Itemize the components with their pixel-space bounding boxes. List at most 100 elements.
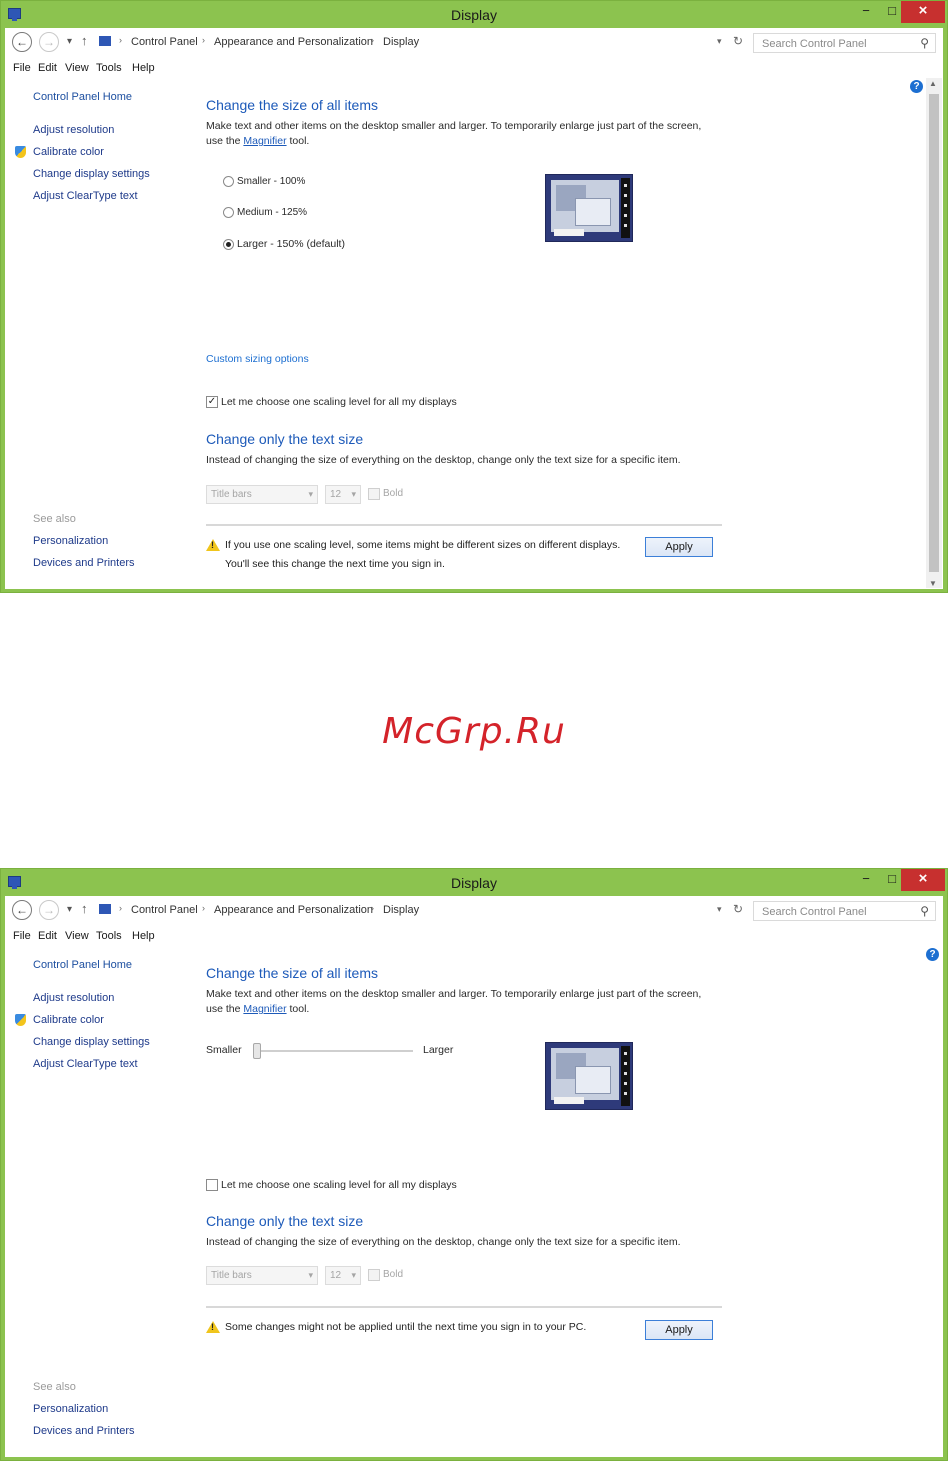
address-dropdown-icon[interactable]: ▾ bbox=[717, 904, 722, 915]
window-title: Display bbox=[451, 7, 497, 23]
breadcrumb-display[interactable]: Display bbox=[383, 36, 419, 48]
minimize-button[interactable]: − bbox=[853, 1, 879, 23]
breadcrumb-appearance[interactable]: Appearance and Personalization bbox=[214, 904, 373, 916]
sidebar-link-devices-printers[interactable]: Devices and Printers bbox=[33, 557, 135, 569]
radio-smaller-100[interactable] bbox=[223, 176, 234, 187]
minimize-button[interactable]: − bbox=[853, 869, 879, 891]
size-slider-thumb[interactable] bbox=[253, 1043, 261, 1059]
help-icon[interactable]: ? bbox=[910, 80, 923, 93]
custom-sizing-options-link[interactable]: Custom sizing options bbox=[206, 353, 309, 365]
font-size-select[interactable]: 12 ▾ bbox=[325, 485, 361, 504]
window-client: ← → ▾ ↑ › Control Panel › Appearance and… bbox=[5, 896, 943, 1457]
watermark-text: McGrp.Ru bbox=[382, 711, 566, 752]
sidebar-control-panel-home[interactable]: Control Panel Home bbox=[33, 91, 132, 103]
description-line-1: Make text and other items on the desktop… bbox=[206, 120, 702, 132]
search-icon[interactable]: ⚲ bbox=[920, 36, 929, 50]
breadcrumb-control-panel[interactable]: Control Panel bbox=[131, 36, 198, 48]
menu-file[interactable]: File bbox=[13, 62, 31, 74]
menu-view[interactable]: View bbox=[65, 62, 89, 74]
scaling-level-checkbox[interactable] bbox=[206, 1179, 218, 1191]
sidebar-link-personalization[interactable]: Personalization bbox=[33, 1403, 108, 1415]
breadcrumb[interactable]: › Control Panel › Appearance and Persona… bbox=[5, 901, 745, 921]
close-button[interactable]: × bbox=[901, 869, 945, 891]
menu-view[interactable]: View bbox=[65, 930, 89, 942]
breadcrumb-separator-icon: › bbox=[119, 35, 122, 45]
bold-label: Bold bbox=[383, 1269, 404, 1280]
sidebar-item-calibrate-color[interactable]: Calibrate color bbox=[33, 1014, 104, 1026]
title-bar[interactable]: Display − □ × bbox=[1, 1, 947, 28]
radio-medium-125[interactable] bbox=[223, 207, 234, 218]
sidebar-item-change-display-settings[interactable]: Change display settings bbox=[33, 1036, 150, 1048]
bold-checkbox[interactable] bbox=[368, 488, 380, 500]
warning-text-1: If you use one scaling level, some items… bbox=[225, 539, 621, 551]
scroll-down-icon[interactable]: ▼ bbox=[929, 579, 937, 588]
refresh-icon[interactable]: ↻ bbox=[733, 34, 743, 48]
magnifier-link[interactable]: Magnifier bbox=[243, 1003, 286, 1015]
address-dropdown-icon[interactable]: ▾ bbox=[717, 36, 722, 47]
text-item-value: Title bars bbox=[211, 1270, 252, 1281]
display-preview-image bbox=[545, 1042, 633, 1110]
sidebar-link-personalization[interactable]: Personalization bbox=[33, 535, 108, 547]
breadcrumb-separator-icon: › bbox=[371, 903, 374, 913]
title-bar[interactable]: Display − □ × bbox=[1, 869, 947, 896]
refresh-icon[interactable]: ↻ bbox=[733, 902, 743, 916]
menu-tools[interactable]: Tools bbox=[96, 930, 122, 942]
description-all-items: Make text and other items on the desktop… bbox=[206, 119, 726, 149]
sidebar-item-adjust-resolution[interactable]: Adjust resolution bbox=[33, 124, 114, 136]
address-bar: ← → ▾ ↑ › Control Panel › Appearance and… bbox=[5, 28, 943, 58]
sidebar-item-calibrate-color[interactable]: Calibrate color bbox=[33, 146, 104, 158]
divider bbox=[206, 1306, 722, 1308]
font-size-select[interactable]: 12 ▾ bbox=[325, 1266, 361, 1285]
radio-larger-150[interactable] bbox=[223, 239, 234, 250]
menu-help[interactable]: Help bbox=[132, 62, 155, 74]
display-preview-image bbox=[545, 174, 633, 242]
breadcrumb-appearance[interactable]: Appearance and Personalization bbox=[214, 36, 373, 48]
search-input[interactable]: Search Control Panel ⚲ bbox=[753, 33, 936, 53]
menu-file[interactable]: File bbox=[13, 930, 31, 942]
description-text: use the bbox=[206, 1003, 244, 1015]
text-item-select[interactable]: Title bars ▾ bbox=[206, 1266, 318, 1285]
heading-change-size-all: Change the size of all items bbox=[206, 97, 378, 113]
magnifier-link[interactable]: Magnifier bbox=[243, 135, 286, 147]
scaling-level-checkbox[interactable]: ✓ bbox=[206, 396, 218, 408]
breadcrumb[interactable]: › Control Panel › Appearance and Persona… bbox=[5, 33, 745, 53]
slider-min-label: Smaller bbox=[206, 1044, 242, 1056]
menu-edit[interactable]: Edit bbox=[38, 62, 57, 74]
breadcrumb-display[interactable]: Display bbox=[383, 904, 419, 916]
sidebar-link-devices-printers[interactable]: Devices and Printers bbox=[33, 1425, 135, 1437]
description-line-1: Make text and other items on the desktop… bbox=[206, 988, 702, 1000]
sidebar-control-panel-home[interactable]: Control Panel Home bbox=[33, 959, 132, 971]
menu-edit[interactable]: Edit bbox=[38, 930, 57, 942]
breadcrumb-separator-icon: › bbox=[202, 35, 205, 45]
sidebar-item-adjust-cleartype[interactable]: Adjust ClearType text bbox=[33, 1058, 138, 1070]
sidebar-item-adjust-cleartype[interactable]: Adjust ClearType text bbox=[33, 190, 138, 202]
apply-button[interactable]: Apply bbox=[645, 537, 713, 557]
close-button[interactable]: × bbox=[901, 1, 945, 23]
description-text-size: Instead of changing the size of everythi… bbox=[206, 1236, 681, 1248]
search-input[interactable]: Search Control Panel ⚲ bbox=[753, 901, 936, 921]
bold-checkbox[interactable] bbox=[368, 1269, 380, 1281]
menu-tools[interactable]: Tools bbox=[96, 62, 122, 74]
heading-change-text-size: Change only the text size bbox=[206, 1213, 364, 1229]
radio-label-medium: Medium - 125% bbox=[237, 207, 308, 218]
description-text: use the bbox=[206, 135, 244, 147]
font-size-value: 12 bbox=[330, 489, 342, 500]
apply-button[interactable]: Apply bbox=[645, 1320, 713, 1340]
menu-help[interactable]: Help bbox=[132, 930, 155, 942]
chevron-down-icon: ▾ bbox=[351, 1270, 356, 1280]
vertical-scrollbar[interactable]: ▲ ▼ bbox=[926, 78, 942, 588]
size-slider-track[interactable] bbox=[253, 1050, 413, 1052]
description-all-items: Make text and other items on the desktop… bbox=[206, 987, 726, 1017]
breadcrumb-separator-icon: › bbox=[202, 903, 205, 913]
sidebar-item-adjust-resolution[interactable]: Adjust resolution bbox=[33, 992, 114, 1004]
scroll-up-icon[interactable]: ▲ bbox=[929, 79, 937, 88]
sidebar-item-change-display-settings[interactable]: Change display settings bbox=[33, 168, 150, 180]
breadcrumb-control-panel[interactable]: Control Panel bbox=[131, 904, 198, 916]
bold-label: Bold bbox=[383, 488, 404, 499]
divider bbox=[206, 524, 722, 526]
text-item-select[interactable]: Title bars ▾ bbox=[206, 485, 318, 504]
help-icon[interactable]: ? bbox=[926, 948, 939, 961]
search-icon[interactable]: ⚲ bbox=[920, 904, 929, 918]
scrollbar-thumb[interactable] bbox=[929, 94, 939, 572]
description-text-size: Instead of changing the size of everythi… bbox=[206, 454, 681, 466]
